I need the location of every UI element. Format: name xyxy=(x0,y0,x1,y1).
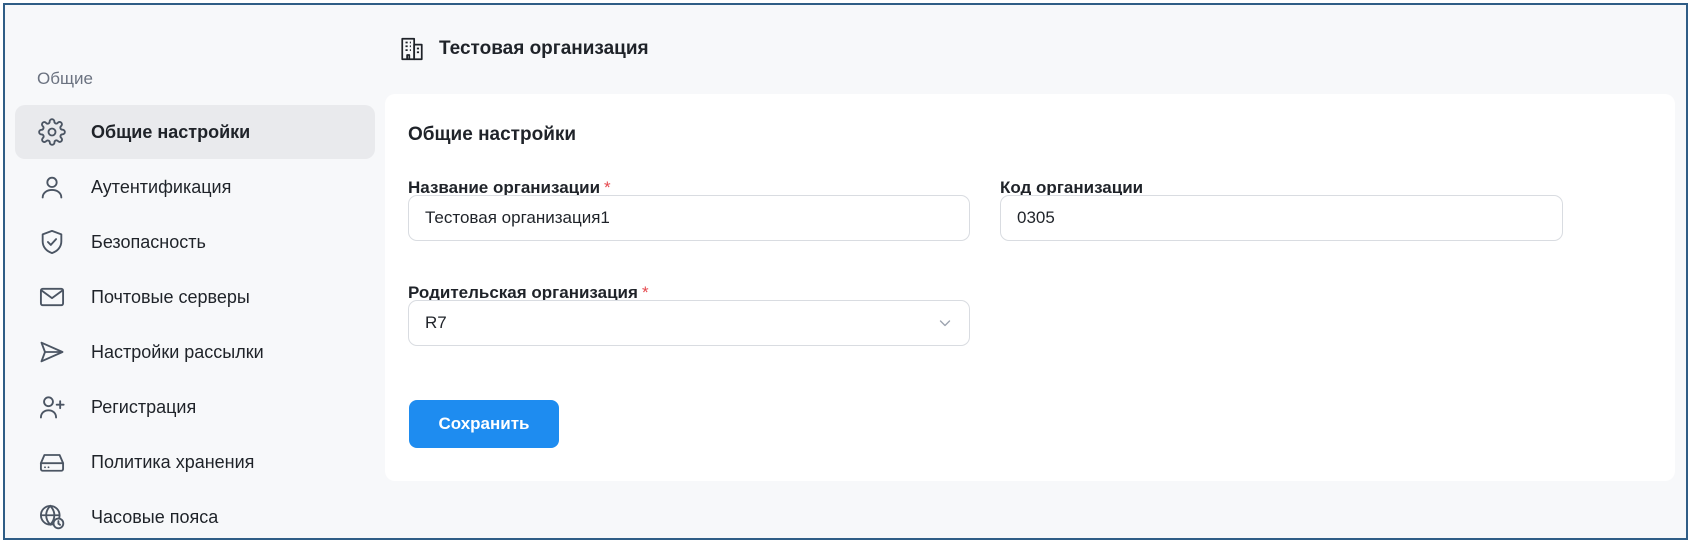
sidebar-item-label: Безопасность xyxy=(91,231,206,252)
sidebar-item-label: Настройки рассылки xyxy=(91,341,264,362)
sidebar-item-label: Почтовые серверы xyxy=(91,286,250,307)
sidebar-item-retention-policy[interactable]: Политика хранения xyxy=(15,435,375,489)
sidebar-item-mail-servers[interactable]: Почтовые серверы xyxy=(15,270,375,324)
mail-icon xyxy=(37,282,67,312)
sidebar-item-label: Часовые пояса xyxy=(91,506,219,527)
chevron-down-icon xyxy=(939,320,951,327)
hard-drive-icon xyxy=(37,447,67,477)
shield-check-icon xyxy=(37,227,67,257)
save-button[interactable]: Сохранить xyxy=(409,400,559,448)
sidebar-item-label: Регистрация xyxy=(91,396,197,417)
sidebar-section-label: Общие xyxy=(37,69,93,88)
sidebar-list: Общие настройки Аутентификация Безопасно… xyxy=(15,105,375,538)
sidebar-item-authentication[interactable]: Аутентификация xyxy=(15,160,375,214)
send-icon xyxy=(37,337,67,367)
sidebar-item-time-zones[interactable]: Часовые пояса xyxy=(15,490,375,538)
card-title: Общие настройки xyxy=(408,124,577,145)
sidebar-item-label: Аутентификация xyxy=(91,176,232,197)
org-code-input[interactable] xyxy=(1000,195,1563,241)
app-window: Общие Общие настройки Аутентификация Без… xyxy=(3,3,1688,540)
sidebar: Общие Общие настройки Аутентификация Без… xyxy=(5,5,383,538)
globe-clock-icon xyxy=(37,502,67,532)
sidebar-item-registration[interactable]: Регистрация xyxy=(15,380,375,434)
sidebar-item-security[interactable]: Безопасность xyxy=(15,215,375,269)
sidebar-item-mailing-settings[interactable]: Настройки рассылки xyxy=(15,325,375,379)
user-plus-icon xyxy=(37,392,67,422)
gear-icon xyxy=(37,117,67,147)
parent-org-value: R7 xyxy=(425,313,447,332)
page-header: Тестовая организация xyxy=(399,31,649,67)
sidebar-item-label: Политика хранения xyxy=(91,451,255,472)
page-title: Тестовая организация xyxy=(439,38,649,59)
settings-card: Общие настройки Название организации* Ко… xyxy=(385,94,1675,481)
user-icon xyxy=(37,172,67,202)
sidebar-item-general-settings[interactable]: Общие настройки xyxy=(15,105,375,159)
building-icon xyxy=(399,36,425,62)
org-name-input[interactable] xyxy=(408,195,970,241)
parent-org-select[interactable]: R7 xyxy=(408,300,970,346)
sidebar-item-label: Общие настройки xyxy=(91,121,251,142)
